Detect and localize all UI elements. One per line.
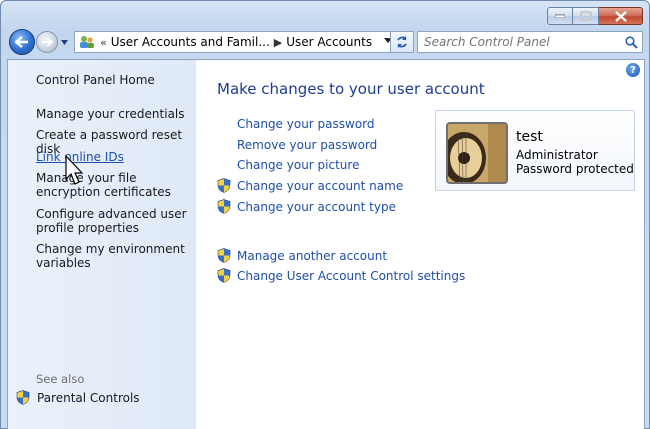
manage-another-account-link[interactable]: Manage another account — [237, 249, 387, 263]
user-role: Administrator — [516, 148, 598, 162]
guitar-picture-icon — [448, 124, 506, 182]
change-password-link[interactable]: Change your password — [237, 117, 375, 131]
breadcrumb-separator[interactable]: ▶ — [274, 36, 282, 49]
uac-settings-link[interactable]: Change User Account Control settings — [237, 269, 465, 283]
remove-password-link[interactable]: Remove your password — [237, 138, 377, 152]
parental-controls-link[interactable]: Parental Controls — [16, 390, 140, 405]
uac-shield-icon — [217, 178, 231, 193]
search-input[interactable] — [418, 35, 614, 49]
uac-shield-icon — [217, 268, 231, 283]
sidebar-item-link-online-ids[interactable]: Link online IDs — [36, 150, 191, 164]
close-icon — [614, 10, 627, 22]
minimize-button[interactable] — [547, 7, 573, 25]
maximize-icon — [579, 11, 592, 21]
chevron-down-icon — [61, 40, 68, 45]
recent-pages-dropdown[interactable] — [60, 38, 69, 47]
back-button[interactable] — [9, 29, 35, 55]
back-arrow-icon — [15, 36, 28, 48]
navigation-bar: « User Accounts and Famil... ▶ User Acco… — [7, 29, 643, 55]
breadcrumb-user-accounts-family[interactable]: User Accounts and Famil... — [111, 35, 270, 49]
close-button[interactable] — [599, 7, 643, 25]
uac-shield-icon — [217, 248, 231, 263]
content-area: Control Panel Home Manage your credentia… — [7, 59, 645, 429]
refresh-icon — [397, 36, 407, 48]
forward-arrow-icon — [42, 37, 53, 47]
user-account-card: test Administrator Password protected — [435, 110, 635, 191]
search-icon[interactable] — [625, 36, 638, 49]
uac-shield-icon — [217, 199, 231, 214]
sidebar-item-environment-variables[interactable]: Change my environment variables — [36, 242, 191, 270]
address-bar[interactable]: « User Accounts and Famil... ▶ User Acco… — [74, 31, 397, 53]
sidebar-item-advanced-profile[interactable]: Configure advanced user profile properti… — [36, 207, 191, 235]
sidebar-item-manage-credentials[interactable]: Manage your credentials — [36, 107, 191, 121]
user-name: test — [516, 129, 543, 145]
see-also-heading: See also — [36, 372, 85, 386]
user-password-status: Password protected — [516, 162, 634, 176]
maximize-button[interactable] — [573, 7, 599, 25]
minimize-icon — [555, 14, 565, 18]
control-panel-home-link[interactable]: Control Panel Home — [36, 73, 191, 87]
mouse-cursor-icon — [65, 155, 84, 185]
user-accounts-icon — [80, 36, 94, 48]
search-box[interactable] — [417, 31, 643, 53]
forward-button[interactable] — [36, 31, 58, 53]
uac-shield-icon — [16, 390, 30, 405]
change-account-name-link[interactable]: Change your account name — [237, 179, 403, 193]
avatar[interactable] — [446, 122, 508, 184]
task-pane: Control Panel Home Manage your credentia… — [8, 60, 196, 429]
change-account-type-link[interactable]: Change your account type — [237, 200, 396, 214]
sidebar-item-file-encryption[interactable]: Manage your file encryption certificates — [36, 171, 191, 199]
refresh-button[interactable] — [390, 31, 414, 53]
parental-controls-label[interactable]: Parental Controls — [37, 391, 140, 405]
change-picture-link[interactable]: Change your picture — [237, 158, 359, 172]
caption-buttons — [547, 7, 643, 27]
page-title: Make changes to your user account — [217, 80, 485, 98]
address-chevron[interactable]: « — [100, 36, 107, 49]
help-icon[interactable]: ? — [626, 63, 640, 77]
control-panel-window: « User Accounts and Famil... ▶ User Acco… — [0, 0, 650, 429]
breadcrumb-user-accounts[interactable]: User Accounts — [286, 35, 372, 49]
